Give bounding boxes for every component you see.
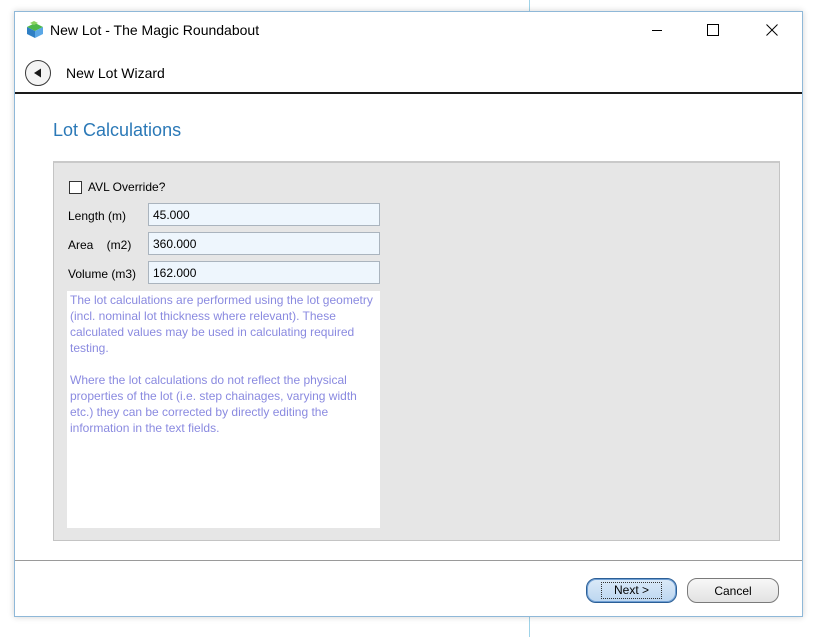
- background-guide-line-bottom: [529, 617, 530, 637]
- app-cube-icon: [25, 21, 45, 39]
- info-paragraph-1: The lot calculations are performed using…: [70, 293, 373, 355]
- minimize-button[interactable]: [634, 12, 680, 48]
- title-bar[interactable]: New Lot - The Magic Roundabout: [15, 12, 802, 50]
- avl-override-row[interactable]: AVL Override?: [69, 180, 165, 194]
- maximize-icon: [707, 24, 719, 36]
- area-label: Area (m2): [68, 238, 132, 252]
- area-input[interactable]: [148, 232, 380, 255]
- wizard-header: New Lot Wizard: [15, 50, 802, 94]
- next-button-label: Next >: [600, 582, 662, 599]
- maximize-button[interactable]: [690, 12, 736, 48]
- back-button[interactable]: [25, 60, 51, 86]
- next-button[interactable]: Next >: [586, 578, 677, 603]
- cancel-button[interactable]: Cancel: [687, 578, 779, 603]
- page-title: Lot Calculations: [53, 120, 182, 140]
- wizard-window: New Lot - The Magic Roundabout New Lot W…: [14, 11, 803, 617]
- footer-divider: [15, 560, 802, 561]
- close-button[interactable]: [749, 12, 795, 48]
- volume-input[interactable]: [148, 261, 380, 284]
- background-guide-line: [529, 0, 530, 11]
- minimize-icon: [652, 30, 662, 31]
- info-paragraph-2: Where the lot calculations do not reflec…: [70, 373, 357, 435]
- length-input[interactable]: [148, 203, 380, 226]
- back-arrow-icon: [34, 68, 41, 78]
- avl-override-checkbox[interactable]: [69, 180, 82, 194]
- wizard-title: New Lot Wizard: [66, 65, 165, 81]
- avl-override-label: AVL Override?: [88, 180, 166, 194]
- length-label: Length (m): [68, 209, 127, 223]
- close-icon: [766, 24, 778, 36]
- volume-label: Volume (m3): [68, 267, 137, 281]
- info-text-box: The lot calculations are performed using…: [67, 291, 380, 528]
- window-title: New Lot - The Magic Roundabout: [50, 22, 260, 38]
- lot-calculations-panel: AVL Override? Length (m) Area (m2) Volum…: [53, 161, 780, 541]
